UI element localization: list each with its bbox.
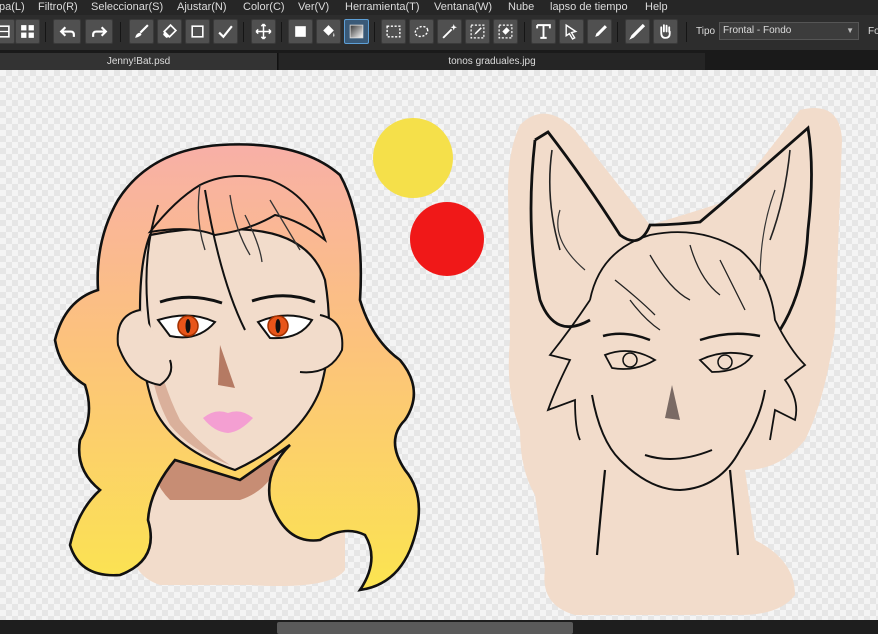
toolbar-separator [374,22,375,42]
chevron-down-icon: ▼ [846,26,854,35]
hand-button[interactable] [653,19,678,44]
rectangle-icon [191,25,204,38]
menu-ajustar[interactable]: Ajustar(N) [177,0,227,15]
fill-rect-button[interactable] [288,19,313,44]
bat-boy-figure [508,108,842,615]
layers-button[interactable] [0,19,15,44]
menu-color[interactable]: Color(C) [243,0,285,15]
select-eraser-button[interactable] [493,19,518,44]
tab-tonos-graduales[interactable]: tonos graduales.jpg [279,53,705,70]
menu-ventana[interactable]: Ventana(W) [434,0,492,15]
bucket-icon [323,25,335,37]
menu-nube[interactable]: Nube [508,0,534,15]
grid-button[interactable] [15,19,40,44]
scrollbar-thumb[interactable] [277,622,573,634]
undo-button[interactable] [53,19,81,44]
tipo-dropdown[interactable]: Frontal - Fondo ▼ [719,22,859,40]
toolbar-separator [617,22,618,42]
eraser-icon [162,23,178,39]
select-cursor-icon [565,23,578,40]
menu-filtro[interactable]: Filtro(R) [38,0,78,15]
blur-button[interactable] [587,19,612,44]
canvas[interactable] [0,70,878,620]
document-tab-bar: Jenny!Bat.psd tonos graduales.jpg [0,51,878,70]
gradient-button[interactable] [344,19,369,44]
blur-icon [595,25,607,37]
tab-jenny-bat[interactable]: Jenny!Bat.psd [0,53,278,70]
toolbar-separator [243,22,244,42]
select-lasso-icon [414,25,429,38]
move-icon [255,23,272,40]
select-lasso-button[interactable] [409,19,434,44]
select-pen-button[interactable] [465,19,490,44]
tipo-value: Frontal - Fondo [723,25,792,36]
check-button[interactable] [213,19,238,44]
fo-label: Fo [868,26,878,37]
menu-seleccionar[interactable]: Seleccionar(S) [91,0,163,15]
toolbar-separator [281,22,282,42]
artwork [53,108,842,615]
yellow-swatch [373,118,453,198]
layers-icon [0,25,10,38]
menu-lapso[interactable]: lapso de tiempo [550,0,628,15]
select-eraser-icon [498,24,513,39]
brush-icon [135,24,149,38]
text-button[interactable] [531,19,556,44]
select-cursor-button[interactable] [559,19,584,44]
menu-bar: pa(L) Filtro(R) Seleccionar(S) Ajustar(N… [0,0,878,15]
hand-icon [660,24,671,39]
eraser-button[interactable] [157,19,182,44]
girl-figure [53,143,421,592]
menu-capa[interactable]: pa(L) [0,0,25,15]
magic-wand-icon [442,24,457,39]
select-rect-icon [386,25,401,38]
toolbar-separator [524,22,525,42]
eyedropper-icon [629,23,646,40]
check-icon [218,25,233,39]
menu-ver[interactable]: Ver(V) [298,0,329,15]
menu-help[interactable]: Help [645,0,668,15]
grid-icon [21,25,34,38]
fill-rect-icon [295,26,306,37]
magic-wand-button[interactable] [437,19,462,44]
toolbar-separator [120,22,121,42]
select-rect-button[interactable] [381,19,406,44]
gradient-icon [349,24,364,39]
redo-button[interactable] [85,19,113,44]
tipo-label: Tipo [696,26,716,37]
text-icon [536,24,551,39]
redo-icon [91,26,107,37]
horizontal-scrollbar[interactable] [0,620,878,634]
toolbar-separator [45,22,46,42]
toolbar-separator [686,22,687,42]
move-button[interactable] [251,19,276,44]
brush-button[interactable] [129,19,154,44]
eyedropper-button[interactable] [625,19,650,44]
rectangle-button[interactable] [185,19,210,44]
bucket-button[interactable] [316,19,341,44]
select-pen-icon [470,24,485,39]
red-swatch [410,202,484,276]
undo-icon [59,26,75,37]
menu-herramienta[interactable]: Herramienta(T) [345,0,420,15]
